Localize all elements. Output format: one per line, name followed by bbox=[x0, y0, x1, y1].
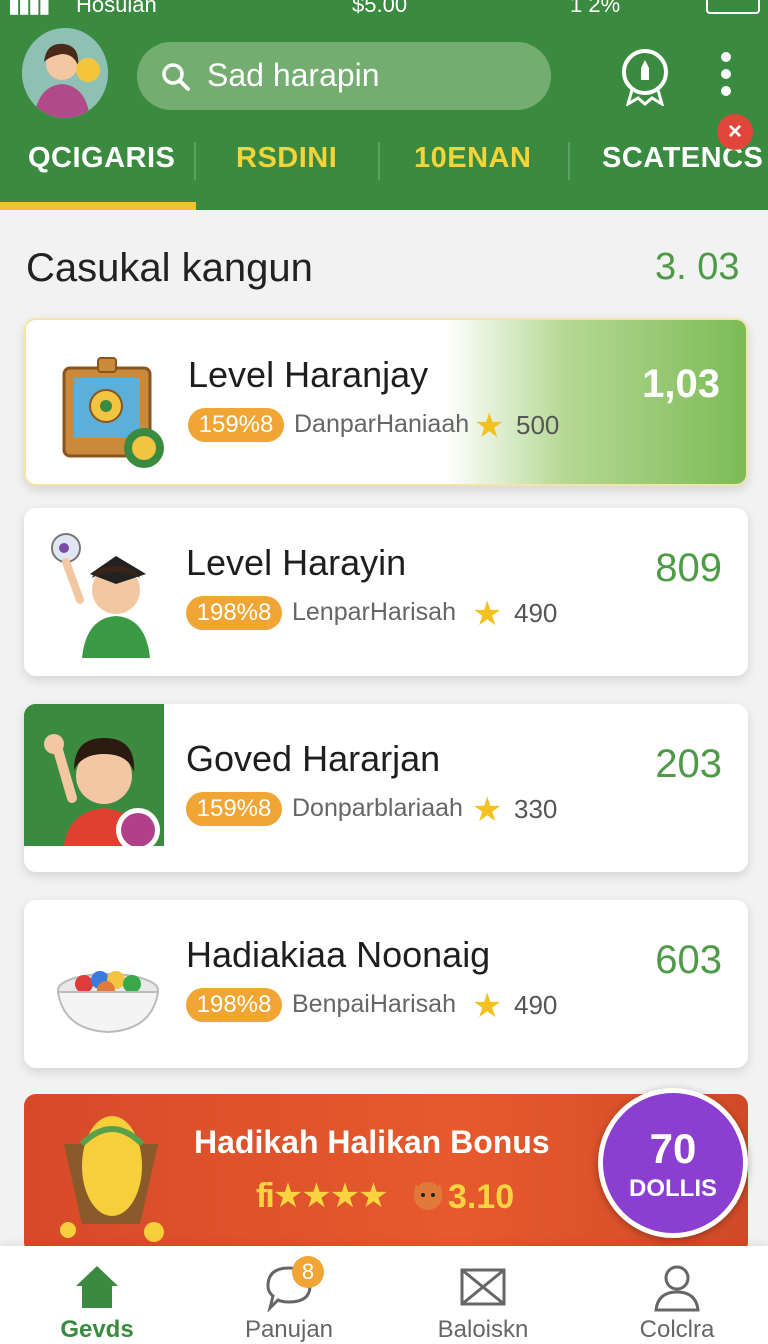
avatar[interactable] bbox=[22, 28, 108, 118]
card-subtitle: DanparHaniaah bbox=[294, 410, 470, 438]
card-value: 809 bbox=[655, 546, 722, 590]
close-icon[interactable]: × bbox=[717, 114, 753, 150]
card-title: Hadiakiaa Noonaig bbox=[186, 934, 491, 975]
percent-badge: 159%8 bbox=[186, 792, 282, 826]
star-icon: ★ bbox=[472, 791, 503, 829]
card-subtitle: BenpaiHarisah bbox=[292, 990, 456, 1018]
status-center-text: $5.00 bbox=[352, 0, 408, 17]
list-item[interactable]: Hadiakiaa Noonaig 198%8 BenpaiHarisah ★ … bbox=[24, 900, 748, 1068]
nav-item-home[interactable]: Gevds bbox=[22, 1246, 172, 1344]
search-icon bbox=[161, 62, 191, 97]
search-input[interactable]: Sad harapin bbox=[207, 57, 380, 94]
bonus-dollar-badge[interactable]: 70 DOLLIS bbox=[598, 1088, 748, 1238]
profile-icon bbox=[652, 1262, 702, 1312]
tab-divider bbox=[194, 142, 196, 180]
battery-icon bbox=[706, 0, 760, 14]
card-rating: 330 bbox=[514, 794, 558, 824]
home-icon bbox=[72, 1262, 122, 1312]
signal-icon: ▮▮▮▮ bbox=[8, 0, 50, 17]
tab-rsdini[interactable]: RSDINI bbox=[236, 142, 337, 175]
tab-10enan[interactable]: 10ENAN bbox=[414, 142, 531, 175]
nav-label: Panujan bbox=[244, 1316, 334, 1343]
nav-item-profile[interactable]: Colclra bbox=[602, 1246, 752, 1344]
list-item[interactable]: Level Harayin 198%8 LenparHarisah ★ 490 … bbox=[24, 508, 748, 676]
bottom-nav: Gevds Panujan Baloiskn Colclra bbox=[0, 1246, 768, 1344]
bonus-banner[interactable]: Hadikah Halikan Bonus fi★★★★ 3.10 70 DOL… bbox=[24, 1088, 748, 1254]
card-value: 603 bbox=[655, 938, 722, 982]
bonus-amount: 70 bbox=[649, 1125, 697, 1172]
tab-divider bbox=[568, 142, 570, 180]
star-icon: ★ bbox=[474, 407, 505, 445]
carrier-label: Hosuian bbox=[76, 0, 157, 17]
achievement-icon[interactable] bbox=[618, 46, 672, 108]
card-rating: 490 bbox=[514, 598, 558, 628]
category-tabs: QCIGARIS RSDINI 10ENAN SCATENCS bbox=[0, 132, 768, 210]
card-title: Goved Hararjan bbox=[186, 738, 441, 779]
nav-label: Colclra bbox=[639, 1316, 715, 1343]
percent-badge: 198%8 bbox=[186, 596, 282, 630]
section-title: Casukal kangun bbox=[26, 246, 313, 290]
tab-divider bbox=[378, 142, 380, 180]
star-icon: ★ bbox=[472, 987, 503, 1025]
nav-label: Baloiskn bbox=[437, 1316, 529, 1343]
card-subtitle: Donparblariaah bbox=[292, 794, 463, 822]
section-value: 3. 03 bbox=[655, 246, 740, 288]
app-header: ▮▮▮▮ Hosuian $5.00 1 2% Sad harapin QCIG… bbox=[0, 0, 768, 210]
bonus-value: 3.10 bbox=[448, 1178, 515, 1216]
status-bar: ▮▮▮▮ Hosuian $5.00 1 2% bbox=[0, 0, 768, 18]
more-menu-icon[interactable] bbox=[714, 50, 738, 104]
bonus-title: Hadikah Halikan Bonus bbox=[194, 1124, 550, 1160]
card-title: Level Harayin bbox=[186, 542, 407, 583]
list-item[interactable]: Level Haranjay 159%8 DanparHaniaah ★ 500… bbox=[24, 318, 748, 486]
waving-boy-icon bbox=[24, 704, 164, 852]
card-rating: 490 bbox=[514, 990, 558, 1020]
card-value: 203 bbox=[655, 742, 722, 786]
battery-percent: 1 2% bbox=[570, 0, 621, 17]
percent-badge: 198%8 bbox=[186, 988, 282, 1022]
boy-graduate-icon bbox=[44, 526, 174, 658]
nav-item-chat[interactable]: Panujan bbox=[214, 1246, 364, 1344]
mail-icon bbox=[458, 1262, 508, 1312]
bonus-currency: DOLLIS bbox=[629, 1175, 717, 1202]
notification-badge: 8 bbox=[292, 1256, 324, 1288]
candy-bowl-icon bbox=[44, 918, 174, 1050]
nav-item-mail[interactable]: Baloiskn bbox=[408, 1246, 558, 1344]
treasure-map-icon bbox=[46, 338, 176, 470]
bonus-stars: fi★★★★ bbox=[256, 1177, 389, 1215]
active-tab-indicator bbox=[0, 202, 196, 210]
corn-icon bbox=[42, 1104, 172, 1244]
card-subtitle: LenparHarisah bbox=[292, 598, 456, 626]
nav-label: Gevds bbox=[60, 1316, 134, 1343]
search-bar[interactable]: Sad harapin bbox=[137, 42, 551, 110]
star-icon: ★ bbox=[472, 595, 503, 633]
card-title: Level Haranjay bbox=[188, 354, 429, 395]
card-value: 1,03 bbox=[642, 362, 720, 406]
tab-qcigaris[interactable]: QCIGARIS bbox=[28, 142, 175, 175]
percent-badge: 159%8 bbox=[188, 408, 284, 442]
card-rating: 500 bbox=[516, 410, 560, 440]
fox-icon bbox=[410, 1176, 446, 1212]
list-item[interactable]: Goved Hararjan 159%8 Donparblariaah ★ 33… bbox=[24, 704, 748, 872]
